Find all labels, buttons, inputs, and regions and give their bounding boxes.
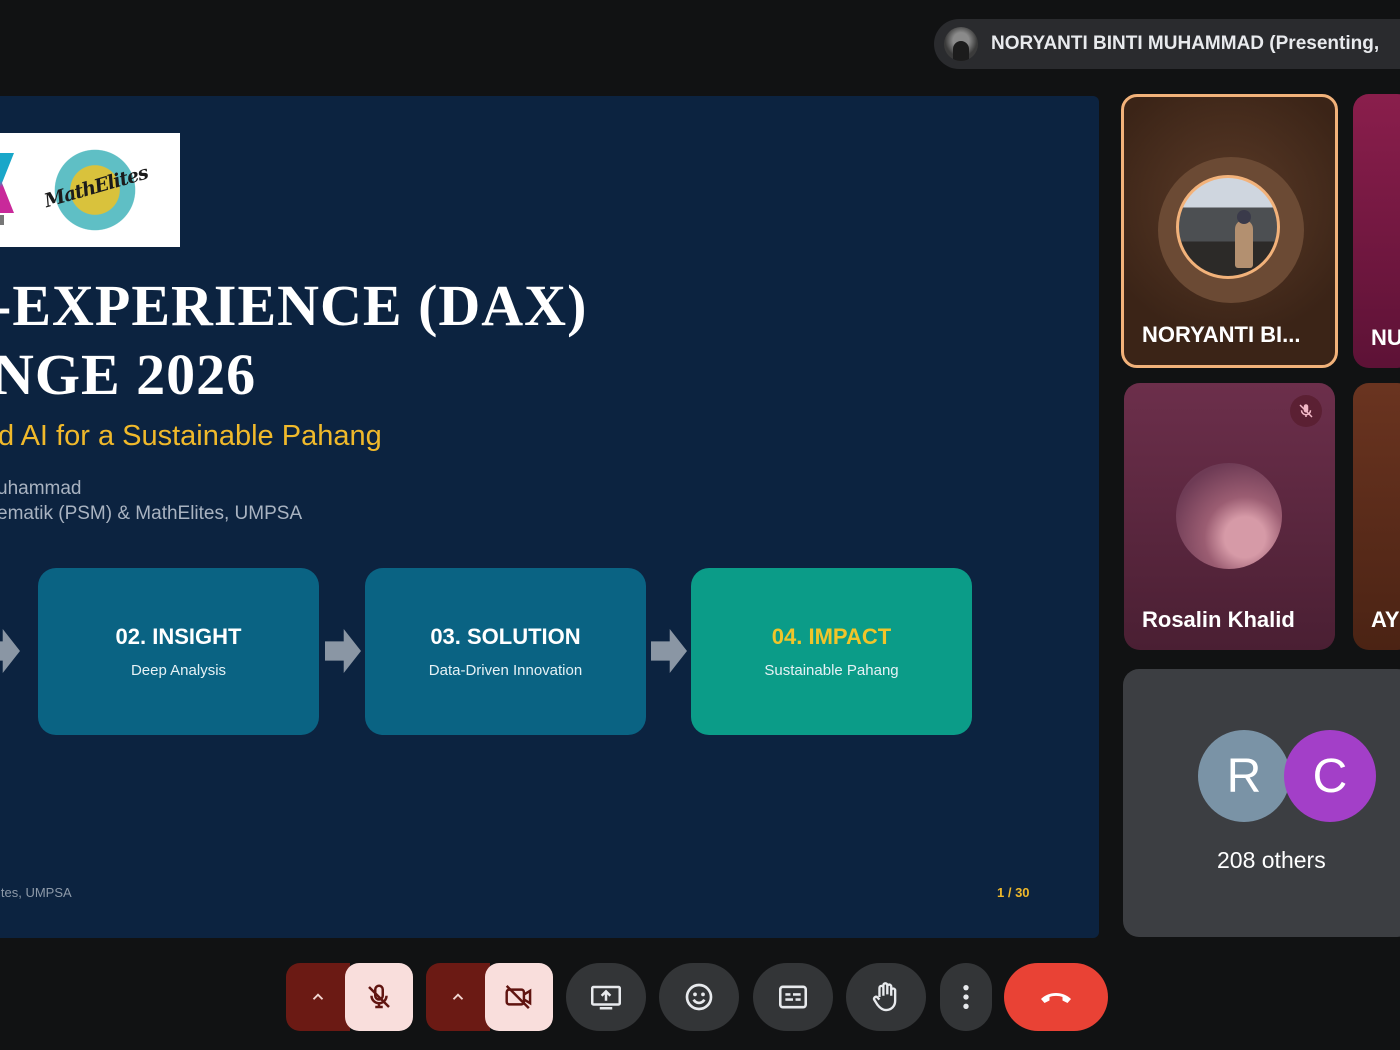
- slide-subtitle: d AI for a Sustainable Pahang: [0, 420, 382, 452]
- participant-avatar: [1176, 175, 1280, 279]
- present-screen-icon: [591, 985, 621, 1010]
- raise-hand-button[interactable]: [846, 963, 926, 1031]
- step-impact-box: 04. IMPACT Sustainable Pahang: [691, 568, 972, 735]
- step-subtitle: Data-Driven Innovation: [428, 662, 583, 679]
- audio-options-button[interactable]: [286, 963, 350, 1031]
- camera-off-icon: [505, 985, 532, 1009]
- flow-arrow-icon: [0, 629, 20, 673]
- step-solution-box: 03. SOLUTION Data-Driven Innovation: [365, 568, 646, 735]
- slide-logo-card: MathElites: [0, 133, 180, 247]
- step-subtitle: Deep Analysis: [130, 662, 227, 679]
- others-count: 208 others: [1217, 847, 1326, 873]
- captions-button[interactable]: [753, 963, 833, 1031]
- participant-tile-rosalin[interactable]: Rosalin Khalid: [1124, 383, 1335, 650]
- mathelites-logo: MathElites: [42, 146, 150, 234]
- slide-title-line-1: -EXPERIENCE (DAX): [0, 273, 588, 338]
- flow-arrow-icon: [651, 629, 687, 673]
- video-options-button[interactable]: [426, 963, 490, 1031]
- present-now-button[interactable]: [566, 963, 646, 1031]
- end-call-button[interactable]: [1004, 963, 1108, 1031]
- slide-author: uhammad: [0, 478, 82, 499]
- flow-arrow-icon: [325, 629, 361, 673]
- step-subtitle: Sustainable Pahang: [764, 662, 899, 679]
- participant-avatar: [1176, 463, 1282, 569]
- camera-toggle-button[interactable]: [485, 963, 553, 1031]
- reactions-button[interactable]: [659, 963, 739, 1031]
- participant-tile-ay[interactable]: AY: [1353, 383, 1400, 650]
- participant-name: Rosalin Khalid: [1142, 607, 1295, 632]
- presentation-slide: MathElites -EXPERIENCE (DAX) NGE 2026 d …: [0, 96, 1099, 938]
- participant-name: NU: [1371, 325, 1400, 350]
- slide-page-number: 1 / 30: [997, 885, 1030, 900]
- avatar-c: C: [1284, 730, 1376, 822]
- hand-icon: [872, 982, 897, 1012]
- mic-off-icon: [368, 984, 390, 1009]
- more-vert-icon: [963, 984, 969, 1010]
- chevron-up-icon: [452, 993, 464, 1000]
- step-title: 02. INSIGHT: [115, 624, 242, 649]
- participant-tile-noryanti[interactable]: NORYANTI BI...: [1121, 94, 1338, 368]
- step-title: 03. SOLUTION: [430, 624, 581, 649]
- presenter-chip[interactable]: NORYANTI BINTI MUHAMMAD (Presenting,: [934, 19, 1400, 69]
- step-insight-box: 02. INSIGHT Deep Analysis: [38, 568, 319, 735]
- mathelites-logo-text: MathElites: [41, 161, 151, 213]
- chevron-up-icon: [312, 993, 324, 1000]
- mic-off-icon: [1290, 395, 1322, 427]
- more-options-button[interactable]: [940, 963, 992, 1031]
- call-end-icon: [1041, 993, 1071, 1003]
- participant-tile-nu[interactable]: NU: [1353, 94, 1400, 368]
- k-logo-icon: [0, 153, 14, 213]
- avatar-figure: [1235, 210, 1253, 268]
- participant-name: NORYANTI BI...: [1142, 322, 1301, 347]
- microphone-toggle-button[interactable]: [345, 963, 413, 1031]
- emoji-icon: [685, 983, 713, 1011]
- avatar-r: R: [1198, 730, 1290, 822]
- slide-affiliation: ematik (PSM) & MathElites, UMPSA: [0, 503, 303, 524]
- step-title: 04. IMPACT: [771, 624, 892, 649]
- participant-name: AY: [1371, 607, 1400, 632]
- others-tile[interactable]: R C 208 others: [1123, 669, 1400, 937]
- captions-icon: [779, 985, 807, 1009]
- presenter-avatar: [944, 27, 978, 61]
- k-logo-subtext: [0, 215, 4, 225]
- slide-footer: ites, UMPSA: [0, 885, 72, 900]
- presenter-chip-label: NORYANTI BINTI MUHAMMAD (Presenting,: [991, 33, 1380, 54]
- slide-title-line-2: NGE 2026: [0, 342, 257, 407]
